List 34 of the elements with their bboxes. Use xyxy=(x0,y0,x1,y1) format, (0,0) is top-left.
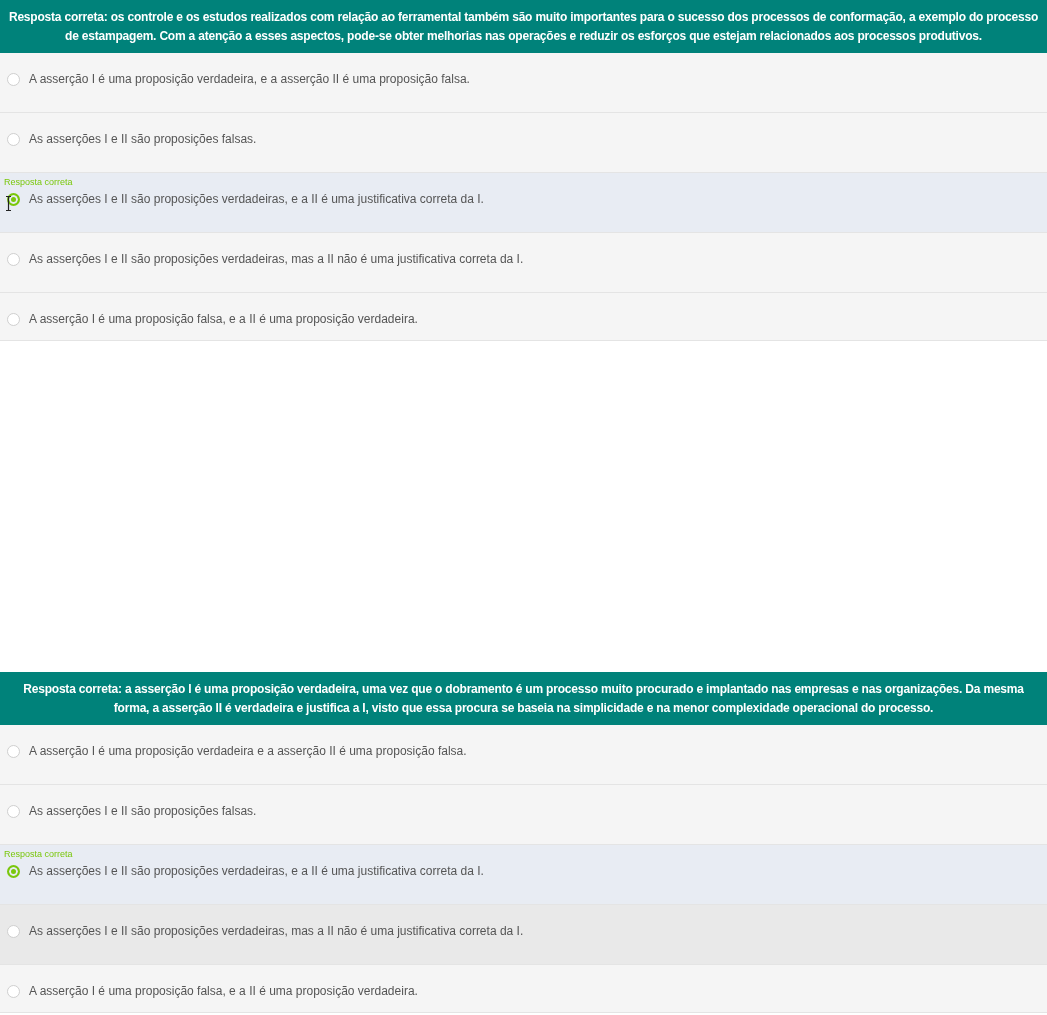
answer-option[interactable]: A asserção I é uma proposição verdadeira e a asserção II é uma proposição falsa. xyxy=(0,725,1047,785)
correct-answer-label: Resposta correta xyxy=(4,177,73,188)
radio-button[interactable] xyxy=(7,865,20,878)
answer-option[interactable]: Resposta correta As asserções I e II são proposições verdadeiras, e a II é uma justificativa correta da I. xyxy=(0,173,1047,233)
radio-button[interactable] xyxy=(7,253,20,266)
answer-option[interactable]: A asserção I é uma proposição verdadeira, e a asserção II é uma proposição falsa. xyxy=(0,53,1047,113)
option-text: As asserções I e II são proposições falsas. xyxy=(29,132,257,147)
radio-button[interactable] xyxy=(7,925,20,938)
radio-button[interactable] xyxy=(7,805,20,818)
option-text: A asserção I é uma proposição falsa, e a II é uma proposição verdadeira. xyxy=(29,312,418,327)
option-text: As asserções I e II são proposições falsas. xyxy=(29,804,257,819)
option-text: As asserções I e II são proposições verdadeiras, e a II é uma justificativa correta da I. xyxy=(29,192,484,207)
answer-option[interactable]: As asserções I e II são proposições falsas. xyxy=(0,785,1047,845)
feedback-banner: Resposta correta: a asserção I é uma proposição verdadeira, uma vez que o dobramento é um processo muito procurado e implantado nas empresas e nas organizações. Da mesma forma, a asserção II é verdadeira e justifica a I, visto que essa procura se baseia na simplicidade e na menor complexidade operacional do processo. xyxy=(0,672,1047,725)
correct-answer-label: Resposta correta xyxy=(4,849,73,860)
option-text: As asserções I e II são proposições verdadeiras, mas a II não é uma justificativa correta da I. xyxy=(29,252,524,267)
option-text: As asserções I e II são proposições verdadeiras, e a II é uma justificativa correta da I. xyxy=(29,864,484,879)
option-text: A asserção I é uma proposição verdadeira e a asserção II é uma proposição falsa. xyxy=(29,744,467,759)
option-text: A asserção I é uma proposição falsa, e a II é uma proposição verdadeira. xyxy=(29,984,418,999)
radio-button[interactable] xyxy=(7,313,20,326)
radio-button[interactable] xyxy=(7,985,20,998)
radio-button[interactable] xyxy=(7,745,20,758)
answer-option[interactable]: Resposta correta As asserções I e II são proposições verdadeiras, e a II é uma justificativa correta da I. xyxy=(0,845,1047,905)
option-text: As asserções I e II são proposições verdadeiras, mas a II não é uma justificativa correta da I. xyxy=(29,924,524,939)
option-text: A asserção I é uma proposição verdadeira, e a asserção II é uma proposição falsa. xyxy=(29,72,470,87)
answer-option[interactable]: As asserções I e II são proposições verdadeiras, mas a II não é uma justificativa correta da I. xyxy=(0,233,1047,293)
radio-button[interactable] xyxy=(7,133,20,146)
answer-option[interactable]: As asserções I e II são proposições verdadeiras, mas a II não é uma justificativa correta da I. xyxy=(0,905,1047,965)
answer-option[interactable]: A asserção I é uma proposição falsa, e a II é uma proposição verdadeira. xyxy=(0,293,1047,341)
feedback-banner: Resposta correta: os controle e os estudos realizados com relação ao ferramental também são muito importantes para o sucesso dos processos de conformação, a exemplo do processo de estampagem. Com a atenção a esses aspectos, pode-se obter melhorias nas operações e reduzir os esforços que estejam relacionados aos processos produtivos. xyxy=(0,0,1047,53)
answer-option[interactable]: As asserções I e II são proposições falsas. xyxy=(0,113,1047,173)
radio-button[interactable] xyxy=(7,73,20,86)
radio-button[interactable] xyxy=(7,193,20,206)
answer-option[interactable]: A asserção I é uma proposição falsa, e a II é uma proposição verdadeira. xyxy=(0,965,1047,1013)
